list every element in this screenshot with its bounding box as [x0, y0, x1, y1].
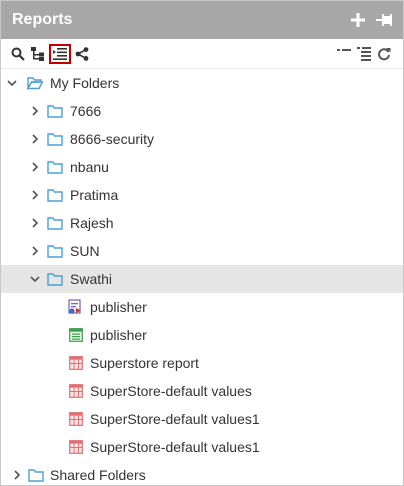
list-view-icon[interactable]: [49, 43, 71, 64]
folder-icon: [47, 272, 63, 286]
tree-label: Superstore report: [90, 355, 199, 371]
folder-icon: [47, 244, 63, 258]
panel-title: Reports: [12, 11, 73, 28]
tree-root-shared-folders[interactable]: Shared Folders: [1, 461, 403, 485]
folder-icon: [47, 104, 63, 118]
tree-label: SuperStore-default values1: [90, 411, 260, 427]
tree-label: Pratima: [70, 187, 119, 203]
tree-label: 8666-security: [70, 131, 155, 147]
folder-icon: [47, 216, 63, 230]
tree-label: My Folders: [50, 75, 120, 91]
tree-folder-sun[interactable]: SUN: [1, 237, 403, 265]
tree-label: 7666: [70, 103, 102, 119]
tree-item-superstore-report[interactable]: Superstore report: [1, 349, 403, 377]
toolbar: [1, 39, 403, 69]
chevron-right-icon[interactable]: [29, 161, 41, 173]
folder-tree: My Folders 7666 8666-security nbanu Prat…: [1, 69, 403, 485]
tree-item-publisher[interactable]: publisher: [1, 293, 403, 321]
tree-label: nbanu: [70, 159, 109, 175]
tree-item-superstore-default-values1-copy[interactable]: SuperStore-default values1: [1, 433, 403, 461]
panel-header: Reports: [1, 1, 403, 39]
chevron-right-icon[interactable]: [29, 245, 41, 257]
report-red-icon: [69, 412, 85, 426]
tree-label: Shared Folders: [50, 467, 146, 483]
pin-icon[interactable]: [375, 11, 393, 29]
report-red-icon: [69, 356, 85, 370]
tree-label: Rajesh: [70, 215, 114, 231]
chevron-right-icon[interactable]: [29, 217, 41, 229]
reports-panel: Reports My Folders 7666 8666-security nb…: [0, 0, 404, 486]
tree-label: Swathi: [70, 271, 113, 287]
plus-icon[interactable]: [349, 11, 367, 29]
folder-icon: [28, 468, 44, 482]
tree-item-superstore-default-values[interactable]: SuperStore-default values: [1, 377, 403, 405]
chevron-right-icon[interactable]: [29, 133, 41, 145]
tree-label: SuperStore-default values: [90, 383, 252, 399]
folder-icon: [47, 132, 63, 146]
expand-icon[interactable]: [355, 45, 373, 63]
tree-label: publisher: [90, 327, 147, 343]
chevron-down-icon[interactable]: [29, 273, 41, 285]
tree-folder-7666[interactable]: 7666: [1, 97, 403, 125]
share-icon[interactable]: [73, 45, 91, 63]
tree-view-icon[interactable]: [29, 45, 47, 63]
publisher-icon: [68, 299, 84, 314]
tree-label: SUN: [70, 243, 100, 259]
chevron-right-icon[interactable]: [29, 105, 41, 117]
chevron-right-icon[interactable]: [11, 469, 23, 481]
tree-root-my-folders[interactable]: My Folders: [1, 69, 403, 97]
tree-label: publisher: [90, 299, 147, 315]
refresh-icon[interactable]: [375, 45, 393, 63]
tree-folder-8666-security[interactable]: 8666-security: [1, 125, 403, 153]
report-red-icon: [69, 440, 85, 454]
chevron-right-icon[interactable]: [29, 189, 41, 201]
tree-folder-pratima[interactable]: Pratima: [1, 181, 403, 209]
tree-folder-rajesh[interactable]: Rajesh: [1, 209, 403, 237]
report-red-icon: [69, 384, 85, 398]
tree-item-superstore-default-values1[interactable]: SuperStore-default values1: [1, 405, 403, 433]
tree-folder-nbanu[interactable]: nbanu: [1, 153, 403, 181]
folder-icon: [47, 160, 63, 174]
tree-item-publisher-report[interactable]: publisher: [1, 321, 403, 349]
report-green-icon: [69, 328, 85, 342]
tree-label: SuperStore-default values1: [90, 439, 260, 455]
search-icon[interactable]: [9, 45, 27, 63]
collapse-icon[interactable]: [335, 45, 353, 63]
tree-folder-swathi[interactable]: Swathi: [1, 265, 403, 293]
folder-open-icon: [26, 76, 44, 91]
chevron-down-icon[interactable]: [6, 77, 18, 89]
folder-icon: [47, 188, 63, 202]
